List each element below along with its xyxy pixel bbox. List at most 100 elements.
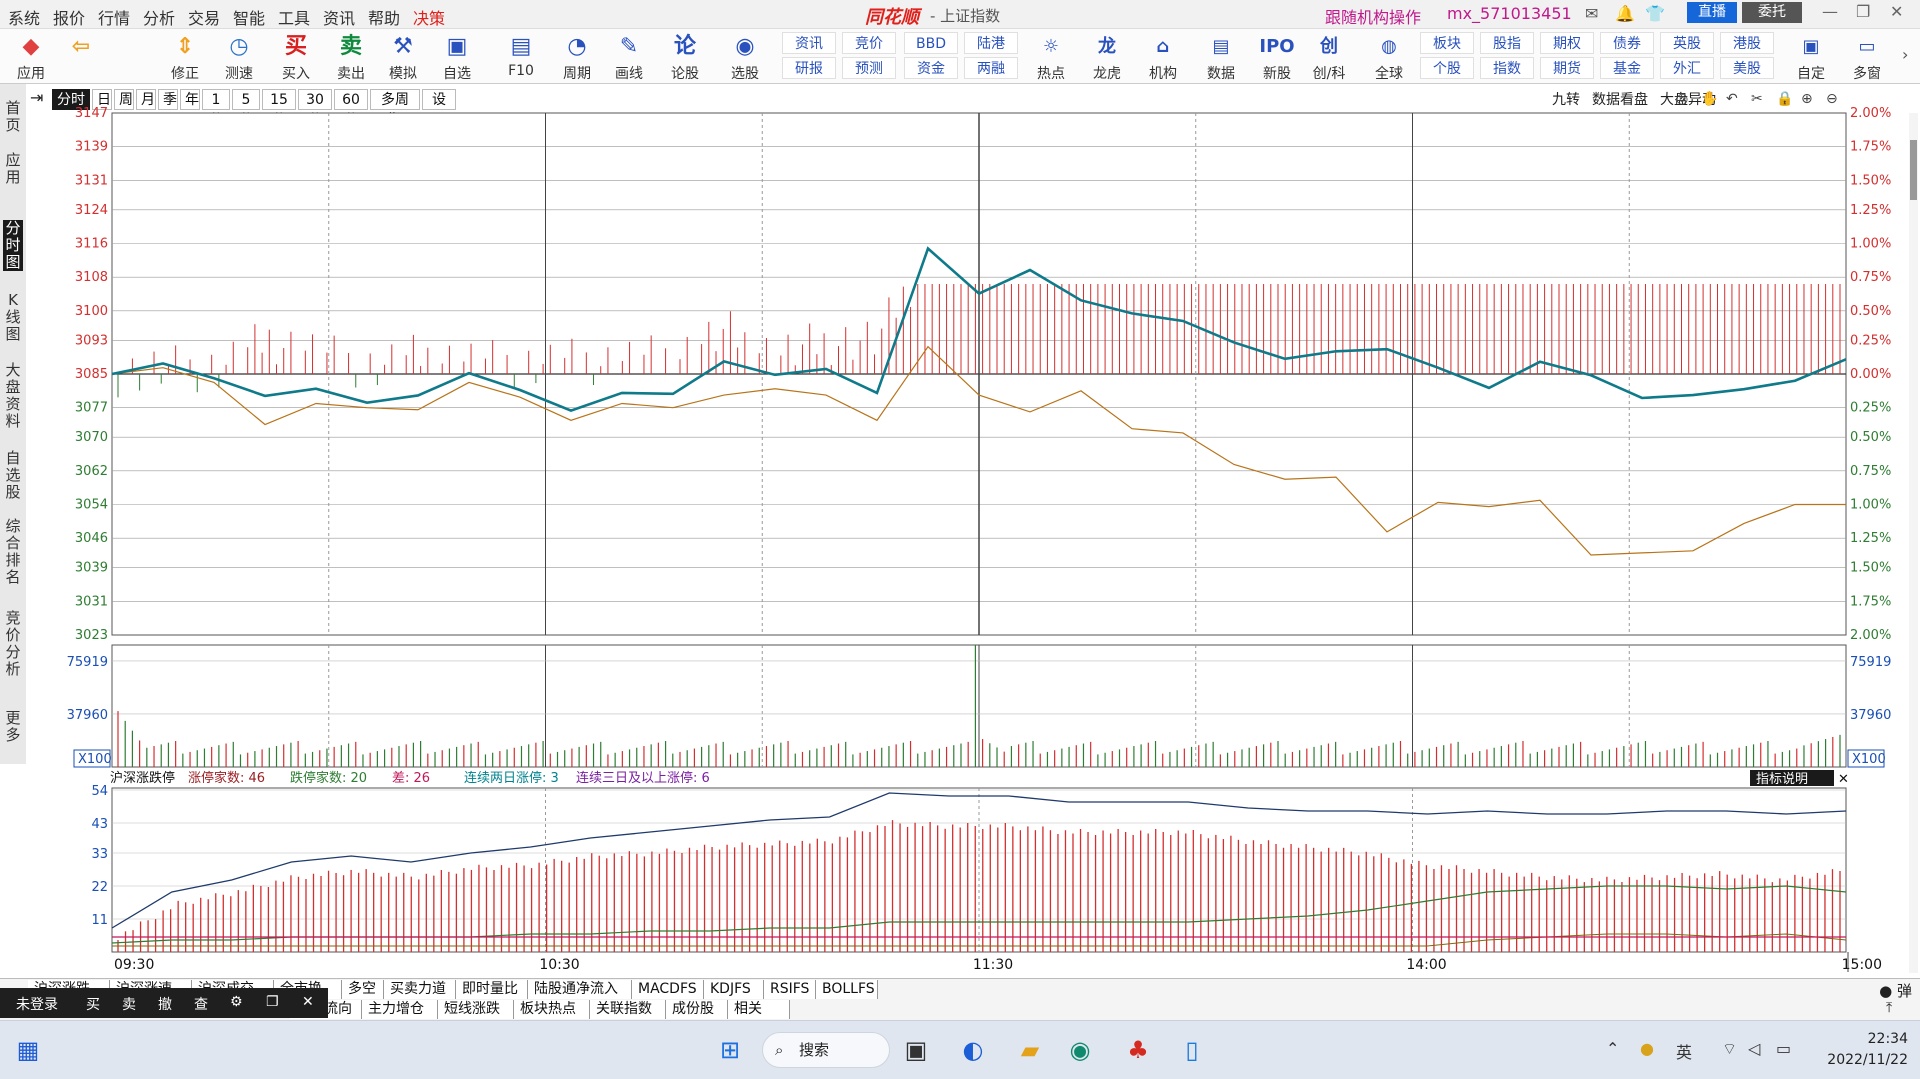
edge-icon[interactable]: ◉: [1062, 1032, 1098, 1068]
price-tick-label: 3093: [75, 333, 108, 348]
pct-tick-label: 0.50%: [1850, 430, 1891, 445]
ths-app-window: 系统 报价 行情 分析 交易 智能 工具 资讯 帮助 决策 同花顺 - 上证指数…: [0, 0, 1920, 1079]
price-tick-label: 3108: [75, 270, 108, 285]
time-axis-label: 10:30: [539, 957, 579, 973]
close-icon[interactable]: ✕: [302, 994, 314, 1010]
indicator-tab[interactable]: 主力增仓: [362, 1000, 438, 1019]
pct-tick-label: 0.25%: [1850, 333, 1891, 348]
pct-tick-label: 1.00%: [1850, 498, 1891, 513]
widgets-icon[interactable]: ▦: [10, 1032, 46, 1068]
taskbar-search[interactable]: ⌕ 搜索: [762, 1032, 890, 1068]
pct-tick-label: 1.50%: [1850, 173, 1891, 188]
browser-icon[interactable]: ◐: [955, 1032, 991, 1068]
limit-tick-label: 43: [91, 817, 108, 832]
scroll-top-icon[interactable]: ⤒: [1886, 1000, 1892, 1016]
volume-tick-label-right: 37960: [1850, 708, 1891, 723]
indicator-tab[interactable]: 多空: [342, 980, 384, 999]
indicator-tab[interactable]: KDJFS: [704, 980, 764, 999]
price-tick-label: 3046: [75, 531, 108, 546]
volume-tick-label: 37960: [67, 708, 108, 723]
taskbar-clock[interactable]: 22:34 2022/11/22: [1824, 1029, 1908, 1071]
folder-icon[interactable]: ▰: [1012, 1032, 1048, 1068]
limit-legend-item: 跌停家数: 20: [290, 770, 367, 786]
indicator-tab[interactable]: 成份股: [666, 1000, 728, 1019]
time-axis-label: 11:30: [973, 957, 1013, 973]
indicator-tab[interactable]: 短线涨跌: [438, 1000, 514, 1019]
quick-cancel-button[interactable]: 撤: [158, 994, 172, 1014]
pct-tick-label: 1.75%: [1850, 140, 1891, 155]
limit-legend-item: 连续三日及以上涨停: 6: [576, 770, 710, 786]
popup-toggle[interactable]: ● 弹: [1879, 980, 1912, 1001]
pct-tick-label: 1.25%: [1850, 531, 1891, 546]
limit-legend-item: 涨停家数: 46: [188, 770, 265, 786]
pct-tick-label: 0.25%: [1850, 401, 1891, 416]
pct-tick-label: 2.00%: [1850, 628, 1891, 643]
pct-tick-label: 0.75%: [1850, 270, 1891, 285]
pct-tick-label: 0.75%: [1850, 464, 1891, 479]
phone-link-icon[interactable]: ▯: [1174, 1032, 1210, 1068]
windows-taskbar: ▦ ⊞ ⌕ 搜索 ▣ ◐ ▰ ◉ ♣ ▯ ⌃ ● 英 ⌔ ◁ ▭ 22:34 20…: [0, 1020, 1920, 1079]
indicator-tab[interactable]: BOLLFS: [816, 980, 878, 999]
indicator-tab[interactable]: 关联指数: [590, 1000, 666, 1019]
close-icon[interactable]: ✕: [1838, 772, 1849, 787]
intraday-chart: 3147 2.00% 3139 1.75% 3131 1.50% 3124 1.25% 3116…: [67, 106, 1918, 973]
dot-icon: ●: [1879, 982, 1893, 1000]
price-tick-label: 3062: [75, 464, 108, 479]
limit-tick-label: 22: [91, 880, 108, 895]
app-tray-icon[interactable]: ●: [1640, 1039, 1654, 1058]
price-tick-label: 3054: [75, 498, 108, 513]
indicator-tab[interactable]: 即时量比: [456, 980, 528, 999]
indicator-tab[interactable]: 买卖力道: [384, 980, 456, 999]
indicator-tab[interactable]: 陆股通净流入: [528, 980, 632, 999]
price-tick-label: 3100: [75, 304, 108, 319]
limit-legend-item: 差: 26: [392, 771, 430, 786]
volume-tick-label: 75919: [67, 655, 108, 670]
speaker-icon[interactable]: ◁: [1748, 1039, 1760, 1058]
indicator-tab[interactable]: RSIFS: [764, 980, 816, 999]
ime-indicator[interactable]: 英: [1676, 1039, 1692, 1063]
time-axis-label: 14:00: [1406, 957, 1446, 973]
pct-tick-label: 1.00%: [1850, 237, 1891, 252]
login-status[interactable]: 未登录: [16, 994, 58, 1014]
price-tick-label: 3077: [75, 401, 108, 416]
limit-panel-title: 沪深涨跌停: [110, 770, 175, 786]
clock-time: 22:34: [1867, 1031, 1908, 1047]
search-icon: ⌕: [775, 1041, 784, 1059]
price-tick-label: 3039: [75, 561, 108, 576]
battery-icon[interactable]: ▭: [1776, 1039, 1791, 1058]
quick-buy-button[interactable]: 买: [86, 994, 100, 1014]
limit-tick-label: 54: [91, 784, 108, 799]
window-icon[interactable]: ❐: [266, 994, 279, 1010]
indicator-tab[interactable]: 板块热点: [514, 1000, 590, 1019]
volume-tick-label-right: 75919: [1850, 655, 1891, 670]
scrollbar-thumb[interactable]: [1910, 140, 1917, 200]
clock-date: 2022/11/22: [1827, 1052, 1908, 1068]
volume-unit-label-right: X100: [1852, 752, 1886, 767]
wifi-icon[interactable]: ⌔: [1722, 1039, 1737, 1059]
pct-tick-label: 0.00%: [1850, 367, 1891, 382]
chevron-up-icon[interactable]: ⌃: [1606, 1039, 1619, 1058]
pct-tick-label: 1.75%: [1850, 594, 1891, 609]
pct-tick-label: 0.50%: [1850, 304, 1891, 319]
price-tick-label: 3031: [75, 594, 108, 609]
price-tick-label: 3070: [75, 430, 108, 445]
vertical-scrollbar[interactable]: [1909, 113, 1918, 973]
popup-label: 弹: [1896, 982, 1912, 1000]
volume-unit-label: X100: [78, 752, 112, 767]
time-axis-label: 09:30: [114, 957, 154, 973]
quick-trade-bar: 未登录 买 卖 撤 查 ⚙ ❐ ✕: [0, 988, 328, 1018]
pct-tick-label: 2.00%: [1850, 106, 1891, 121]
limit-legend-item: 连续两日涨停: 3: [464, 770, 559, 786]
start-icon[interactable]: ⊞: [712, 1032, 748, 1068]
settings-icon[interactable]: ⚙: [230, 994, 243, 1010]
search-label: 搜索: [799, 1041, 830, 1059]
indicator-tab[interactable]: 相关ETF: [728, 1000, 790, 1036]
quick-sell-button[interactable]: 卖: [122, 994, 136, 1014]
indicator-tab[interactable]: MACDFS: [632, 980, 704, 999]
ths-app-icon[interactable]: ♣: [1120, 1032, 1156, 1068]
pct-tick-label: 1.50%: [1850, 561, 1891, 576]
price-tick-label: 3023: [75, 628, 108, 643]
quick-query-button[interactable]: 查: [194, 994, 208, 1014]
price-tick-label: 3147: [75, 106, 108, 121]
task-view-icon[interactable]: ▣: [898, 1032, 934, 1068]
